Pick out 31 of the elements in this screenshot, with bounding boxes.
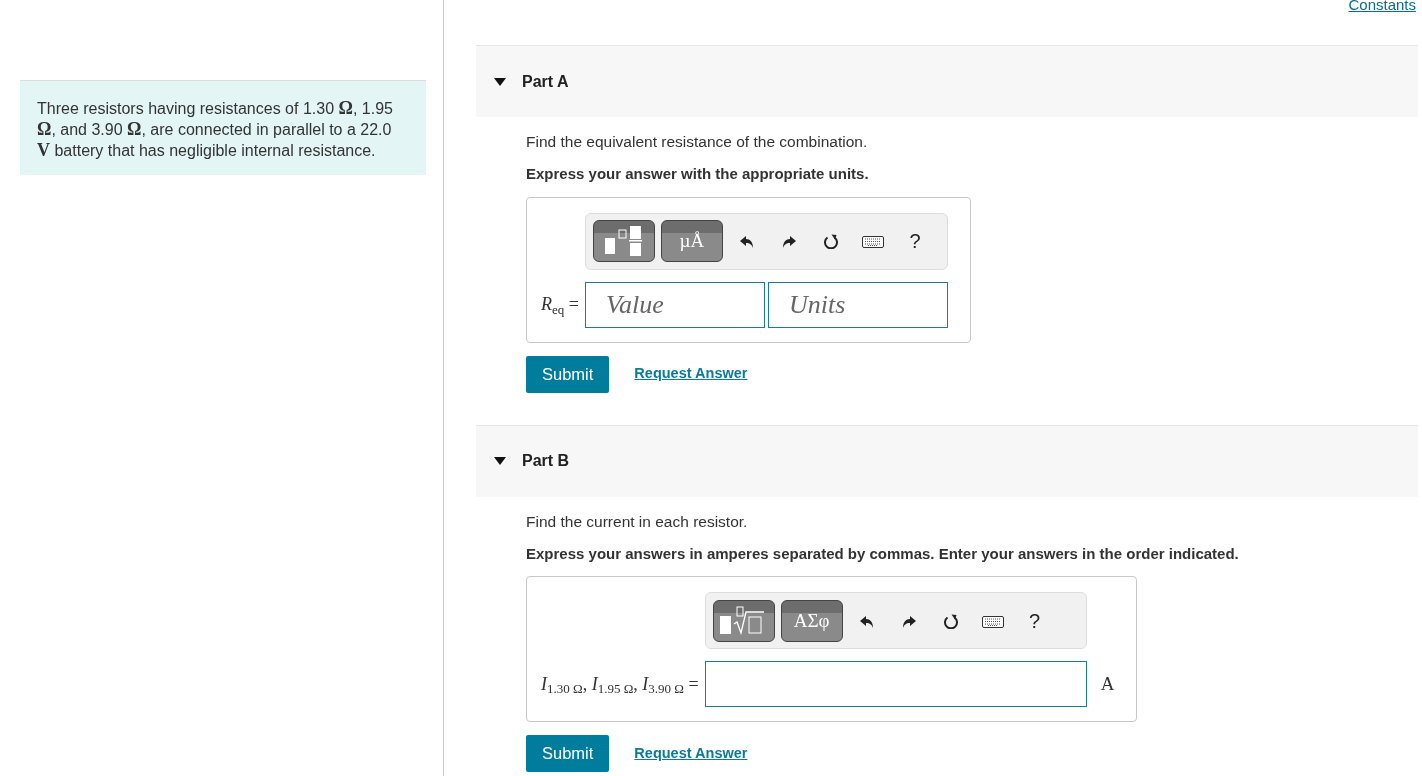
reset-icon[interactable] — [942, 612, 959, 629]
collapse-caret-icon[interactable] — [494, 457, 506, 465]
question-text: Find the current in each resistor. — [526, 511, 749, 532]
help-button[interactable]: ? — [1016, 602, 1053, 639]
part-header[interactable]: Part B — [476, 424, 1418, 497]
units-field[interactable]: Units — [767, 281, 948, 328]
constants-link[interactable]: Constants — [1348, 0, 1416, 17]
part-header[interactable]: Part A — [476, 45, 1418, 117]
request-answer-link[interactable]: Request Answer — [634, 742, 748, 765]
question-text: Find the equivalent resistance of the combination. — [526, 132, 869, 152]
equation-label: I$_{1.30 Ω}$, I$_{1.95 Ω}$, I$_{3.90 Ω}$ = — [541, 672, 699, 698]
symbols-button[interactable]: ΑΣφ — [780, 599, 843, 642]
answer-field[interactable] — [704, 661, 1087, 708]
collapse-caret-icon[interactable] — [494, 77, 506, 86]
equation-label: R$_{eq}$ = — [541, 293, 579, 319]
value-field[interactable]: Value — [584, 281, 765, 328]
submit-button[interactable]: Submit — [526, 735, 610, 772]
instruction-text: Express your answers in amperes separated by commas. Enter your answers in the order indicated. — [526, 543, 1240, 564]
symbols-button[interactable]: µÅ — [660, 220, 723, 263]
keyboard-icon[interactable] — [861, 233, 884, 250]
unit-label: A — [1099, 672, 1115, 696]
undo-icon[interactable] — [738, 233, 755, 250]
request-answer-link[interactable]: Request Answer — [634, 363, 748, 385]
problem-statement: Three resistors having resistances of 1.30 Ω, 1.95 Ω, and 3.90 Ω, are connected in parallel to a 22.0 V battery that has negligible internal resistance. — [20, 80, 426, 175]
submit-button[interactable]: Submit — [526, 355, 610, 393]
templates-button[interactable] — [712, 599, 775, 642]
instruction-text: Express your answer with the appropriate units. — [526, 164, 870, 185]
help-button[interactable]: ? — [896, 223, 933, 260]
reset-icon[interactable] — [822, 233, 839, 250]
templates-button[interactable] — [592, 220, 655, 263]
redo-icon[interactable] — [780, 233, 797, 250]
